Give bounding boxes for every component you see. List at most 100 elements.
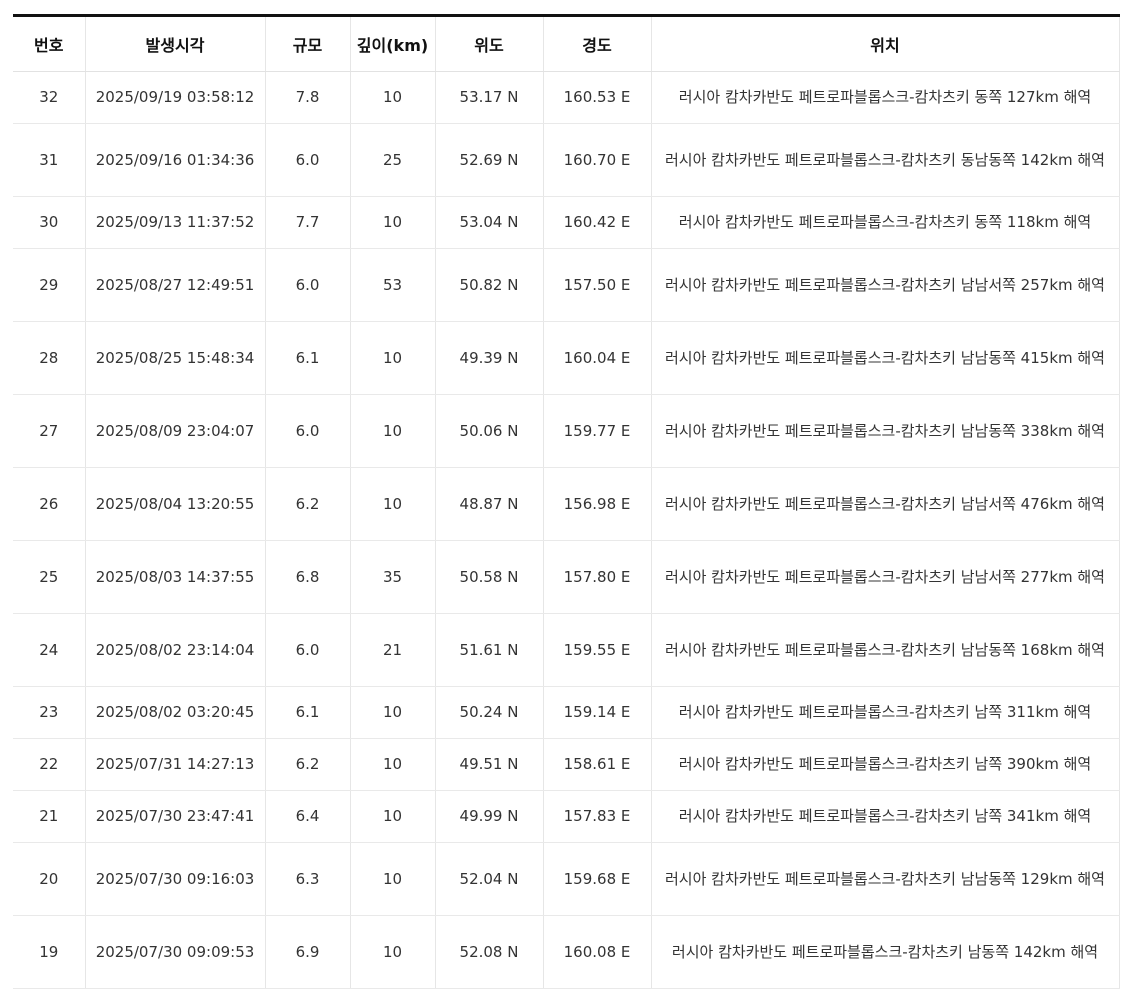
cell-no: 29 [13,248,86,322]
cell-longitude: 157.50 E [543,248,652,322]
cell-magnitude: 6.2 [265,738,351,791]
cell-magnitude: 6.0 [265,394,351,468]
cell-time: 2025/09/16 01:34:36 [85,123,266,197]
table-row: 28 2025/08/25 15:48:34 6.1 10 49.39 N 16… [13,321,1120,395]
cell-longitude: 159.14 E [543,686,652,739]
cell-location: 러시아 캄차카반도 페트로파블롭스크-캄차츠키 동쪽 118km 해역 [651,196,1120,249]
header-latitude: 위도 [435,15,544,72]
cell-magnitude: 6.1 [265,686,351,739]
table-row: 23 2025/08/02 03:20:45 6.1 10 50.24 N 15… [13,686,1120,739]
cell-longitude: 160.42 E [543,196,652,249]
cell-magnitude: 6.4 [265,790,351,843]
cell-no: 26 [13,467,86,541]
cell-latitude: 50.82 N [435,248,544,322]
cell-time: 2025/08/27 12:49:51 [85,248,266,322]
cell-no: 28 [13,321,86,395]
cell-time: 2025/08/09 23:04:07 [85,394,266,468]
table-row: 29 2025/08/27 12:49:51 6.0 53 50.82 N 15… [13,248,1120,322]
cell-latitude: 48.87 N [435,467,544,541]
cell-depth: 10 [350,790,436,843]
cell-latitude: 52.04 N [435,842,544,916]
cell-latitude: 50.24 N [435,686,544,739]
cell-depth: 10 [350,467,436,541]
table-header: 번호 발생시각 규모 깊이(km) 위도 경도 위치 [13,15,1120,72]
cell-time: 2025/07/30 23:47:41 [85,790,266,843]
cell-longitude: 160.70 E [543,123,652,197]
cell-location: 러시아 캄차카반도 페트로파블롭스크-캄차츠키 남쪽 390km 해역 [651,738,1120,791]
cell-no: 20 [13,842,86,916]
cell-longitude: 158.61 E [543,738,652,791]
cell-depth: 10 [350,738,436,791]
cell-location: 러시아 캄차카반도 페트로파블롭스크-캄차츠키 남남동쪽 415km 해역 [651,321,1120,395]
cell-longitude: 159.68 E [543,842,652,916]
cell-latitude: 53.17 N [435,71,544,124]
cell-no: 32 [13,71,86,124]
cell-depth: 35 [350,540,436,614]
cell-longitude: 157.80 E [543,540,652,614]
table-row: 31 2025/09/16 01:34:36 6.0 25 52.69 N 16… [13,123,1120,197]
table-row: 21 2025/07/30 23:47:41 6.4 10 49.99 N 15… [13,790,1120,843]
cell-no: 19 [13,915,86,989]
cell-depth: 10 [350,321,436,395]
header-time: 발생시각 [85,15,266,72]
cell-time: 2025/07/31 14:27:13 [85,738,266,791]
header-magnitude: 규모 [265,15,351,72]
earthquake-table: 번호 발생시각 규모 깊이(km) 위도 경도 위치 32 2025/09/19… [13,14,1120,989]
cell-latitude: 52.08 N [435,915,544,989]
cell-magnitude: 6.3 [265,842,351,916]
cell-location: 러시아 캄차카반도 페트로파블롭스크-캄차츠키 동남동쪽 142km 해역 [651,123,1120,197]
cell-latitude: 50.06 N [435,394,544,468]
header-longitude: 경도 [543,15,652,72]
cell-time: 2025/08/04 13:20:55 [85,467,266,541]
cell-no: 22 [13,738,86,791]
header-no: 번호 [13,15,86,72]
cell-depth: 10 [350,71,436,124]
table-row: 26 2025/08/04 13:20:55 6.2 10 48.87 N 15… [13,467,1120,541]
cell-longitude: 160.04 E [543,321,652,395]
cell-location: 러시아 캄차카반도 페트로파블롭스크-캄차츠키 동쪽 127km 해역 [651,71,1120,124]
cell-no: 25 [13,540,86,614]
cell-longitude: 159.77 E [543,394,652,468]
table-row: 27 2025/08/09 23:04:07 6.0 10 50.06 N 15… [13,394,1120,468]
cell-location: 러시아 캄차카반도 페트로파블롭스크-캄차츠키 남쪽 341km 해역 [651,790,1120,843]
table-row: 22 2025/07/31 14:27:13 6.2 10 49.51 N 15… [13,738,1120,791]
cell-depth: 25 [350,123,436,197]
cell-no: 21 [13,790,86,843]
cell-magnitude: 6.9 [265,915,351,989]
header-row: 번호 발생시각 규모 깊이(km) 위도 경도 위치 [13,15,1120,72]
cell-time: 2025/09/13 11:37:52 [85,196,266,249]
table-row: 30 2025/09/13 11:37:52 7.7 10 53.04 N 16… [13,196,1120,249]
cell-location: 러시아 캄차카반도 페트로파블롭스크-캄차츠키 남남서쪽 257km 해역 [651,248,1120,322]
cell-time: 2025/08/03 14:37:55 [85,540,266,614]
cell-magnitude: 6.1 [265,321,351,395]
cell-no: 31 [13,123,86,197]
table-row: 24 2025/08/02 23:14:04 6.0 21 51.61 N 15… [13,613,1120,687]
header-depth: 깊이(km) [350,15,436,72]
cell-time: 2025/08/25 15:48:34 [85,321,266,395]
cell-time: 2025/08/02 03:20:45 [85,686,266,739]
table-row: 25 2025/08/03 14:37:55 6.8 35 50.58 N 15… [13,540,1120,614]
cell-latitude: 50.58 N [435,540,544,614]
cell-magnitude: 6.0 [265,613,351,687]
cell-time: 2025/09/19 03:58:12 [85,71,266,124]
cell-magnitude: 6.2 [265,467,351,541]
cell-no: 24 [13,613,86,687]
cell-latitude: 49.99 N [435,790,544,843]
cell-location: 러시아 캄차카반도 페트로파블롭스크-캄차츠키 남동쪽 142km 해역 [651,915,1120,989]
earthquake-table-container: 번호 발생시각 규모 깊이(km) 위도 경도 위치 32 2025/09/19… [13,14,1120,989]
cell-depth: 10 [350,196,436,249]
cell-magnitude: 6.8 [265,540,351,614]
cell-latitude: 52.69 N [435,123,544,197]
table-row: 32 2025/09/19 03:58:12 7.8 10 53.17 N 16… [13,71,1120,124]
cell-longitude: 157.83 E [543,790,652,843]
table-row: 19 2025/07/30 09:09:53 6.9 10 52.08 N 16… [13,915,1120,989]
cell-latitude: 53.04 N [435,196,544,249]
cell-location: 러시아 캄차카반도 페트로파블롭스크-캄차츠키 남남동쪽 168km 해역 [651,613,1120,687]
cell-longitude: 159.55 E [543,613,652,687]
cell-longitude: 160.08 E [543,915,652,989]
table-row: 20 2025/07/30 09:16:03 6.3 10 52.04 N 15… [13,842,1120,916]
cell-location: 러시아 캄차카반도 페트로파블롭스크-캄차츠키 남남동쪽 338km 해역 [651,394,1120,468]
cell-magnitude: 7.8 [265,71,351,124]
cell-location: 러시아 캄차카반도 페트로파블롭스크-캄차츠키 남남서쪽 277km 해역 [651,540,1120,614]
cell-no: 27 [13,394,86,468]
